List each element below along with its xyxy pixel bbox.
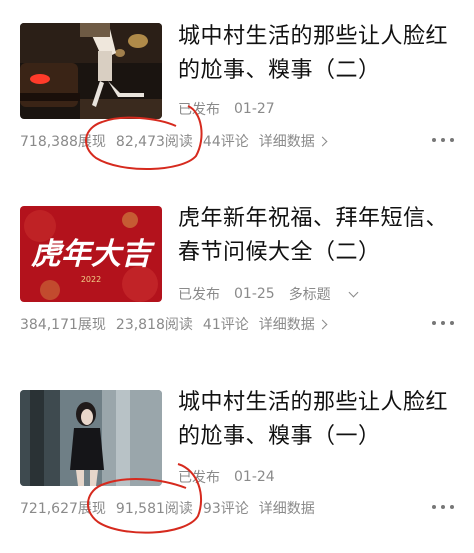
article-item-2[interactable]: 虎年大吉 2022 虎年新年祝福、拜年短信、春节问候大全（二） 已发布 01-2… [0,190,474,350]
reads-2: 23,818阅读 [115,317,193,333]
multi-title-dropdown[interactable]: 多标题 [288,284,359,304]
comments-3: 93评论 [202,501,249,517]
chevron-right-icon [317,319,328,329]
night-street-photo [20,23,162,119]
detail-data-link-1[interactable]: 详细数据 [258,131,328,151]
publish-status-3: 已发布 [178,470,220,486]
comments-1: 44评论 [202,134,249,150]
chevron-down-icon [348,287,359,297]
article-item-3[interactable]: 城中村生活的那些让人脸红的尬事、糗事（一） 已发布 01-24 721,627展… [0,370,474,553]
impressions-2: 384,171展现 [20,317,106,333]
reads-3: 91,581阅读 [115,501,193,517]
stats-row-1: 718,388展现 82,473阅读 44评论 详细数据 [20,131,328,151]
publish-date-3: 01-24 [234,469,275,485]
detail-data-label-3: 详细数据 [258,501,315,517]
article-thumbnail-1[interactable] [20,23,162,119]
stats-row-2: 384,171展现 23,818阅读 41评论 详细数据 [20,314,328,334]
woman-by-tree-photo [20,390,162,486]
article-title-1[interactable]: 城中村生活的那些让人脸红的尬事、糗事（二） [178,20,458,88]
reads-1: 82,473阅读 [115,134,193,150]
article-item-1[interactable]: 城中村生活的那些让人脸红的尬事、糗事（二） 已发布 01-27 718,388展… [0,0,474,170]
article-thumbnail-2[interactable]: 虎年大吉 2022 [20,206,162,302]
publish-date-1: 01-27 [234,101,275,117]
detail-data-link-3[interactable]: 详细数据 [259,498,315,518]
more-dots-icon[interactable] [432,318,454,328]
detail-data-label-2: 详细数据 [258,317,315,333]
multi-title-label: 多标题 [288,287,331,303]
article-thumbnail-3[interactable] [20,390,162,486]
publish-status-1: 已发布 [178,102,220,118]
impressions-3: 721,627展现 [20,501,106,517]
article-title-2[interactable]: 虎年新年祝福、拜年短信、春节问候大全（二） [178,202,458,270]
publish-row-3: 已发布 01-24 [178,467,289,487]
publish-row-2: 已发布 01-25 多标题 [178,284,371,304]
publish-status-2: 已发布 [178,287,220,303]
publish-date-2: 01-25 [234,286,275,302]
comments-2: 41评论 [202,317,249,333]
more-dots-icon[interactable] [432,135,454,145]
impressions-1: 718,388展现 [20,134,106,150]
poster-year: 2022 [81,275,101,284]
publish-row-1: 已发布 01-27 [178,99,289,119]
new-year-poster-image: 虎年大吉 2022 [20,206,162,302]
more-dots-icon[interactable] [432,502,454,512]
stats-row-3: 721,627展现 91,581阅读 93评论 详细数据 [20,498,315,518]
poster-text: 虎年大吉 [31,237,155,272]
article-title-3[interactable]: 城中村生活的那些让人脸红的尬事、糗事（一） [178,386,458,454]
chevron-right-icon [317,136,328,146]
detail-data-link-2[interactable]: 详细数据 [258,314,328,334]
detail-data-label-1: 详细数据 [258,134,315,150]
